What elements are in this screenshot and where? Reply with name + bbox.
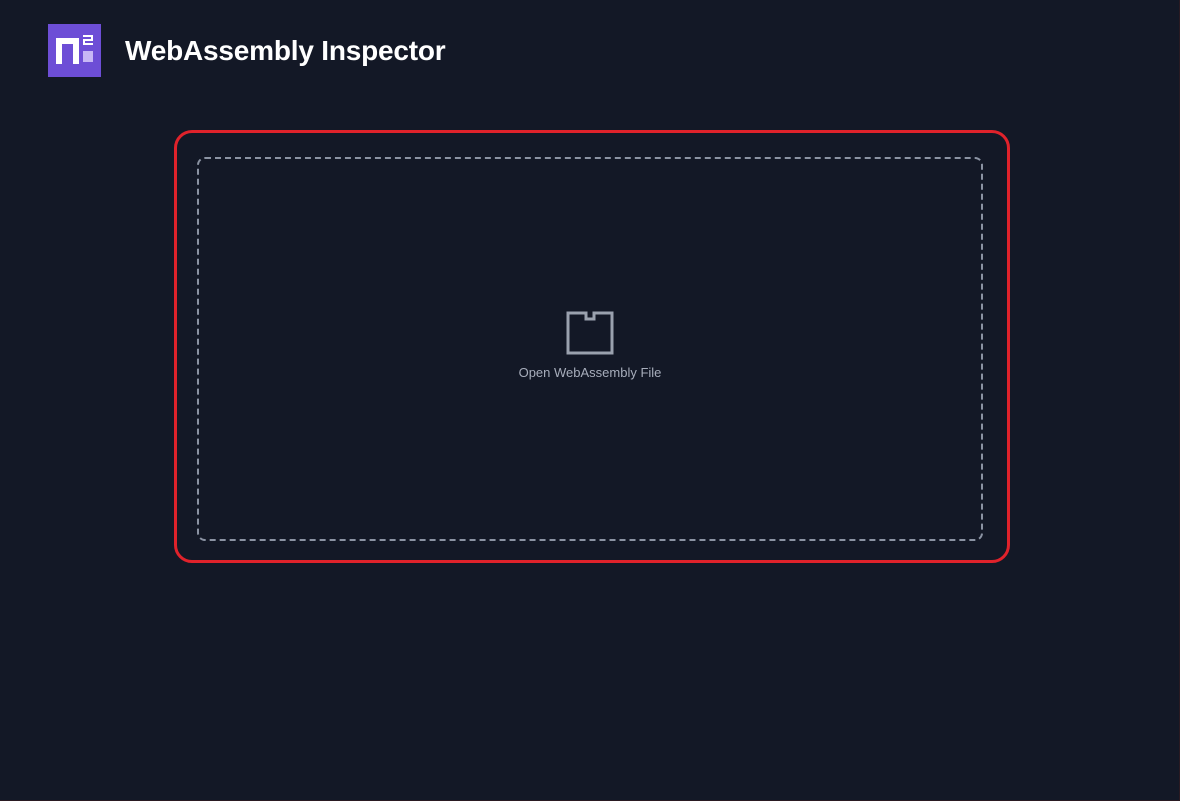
- app-window: WebAssembly Inspector Open WebAssembly F…: [0, 0, 1180, 801]
- open-file-drop-zone[interactable]: Open WebAssembly File: [197, 157, 983, 541]
- open-file-label: Open WebAssembly File: [518, 365, 662, 380]
- app-header: WebAssembly Inspector: [48, 24, 446, 77]
- app-title: WebAssembly Inspector: [125, 34, 446, 66]
- n2-logo-icon: [48, 24, 101, 77]
- box-icon: [566, 311, 614, 355]
- drop-zone-content: Open WebAssembly File: [199, 311, 981, 380]
